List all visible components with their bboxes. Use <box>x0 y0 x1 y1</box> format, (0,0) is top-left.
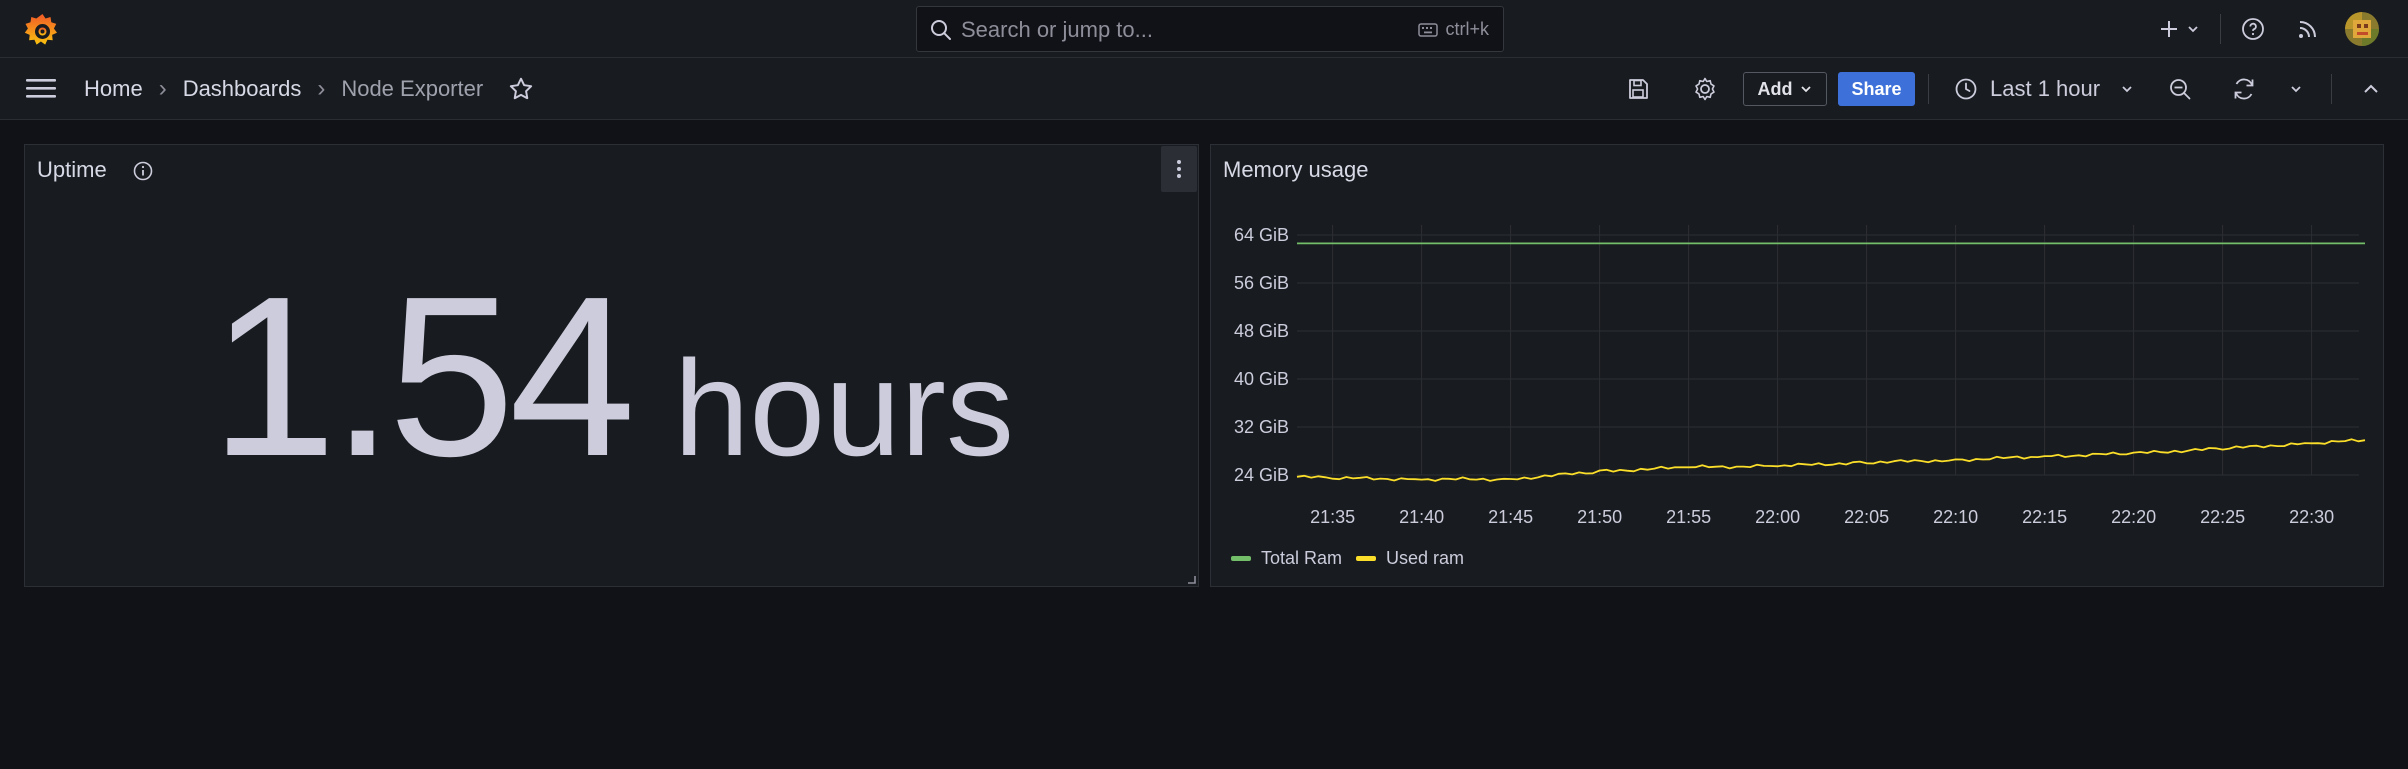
y-tick-label: 32 GiB <box>1234 417 1289 437</box>
x-tick-label: 21:50 <box>1577 507 1622 527</box>
add-button-label: Add <box>1757 78 1793 99</box>
breadcrumb-dashboards[interactable]: Dashboards <box>183 76 302 102</box>
y-tick-label: 24 GiB <box>1234 465 1289 485</box>
x-tick-label: 21:45 <box>1488 507 1533 527</box>
breadcrumb: Home › Dashboards › Node Exporter <box>84 75 483 103</box>
search-shortcut-hint: ctrl+k <box>1418 19 1489 40</box>
info-icon[interactable] <box>133 161 153 181</box>
legend-swatch <box>1231 556 1251 561</box>
top-bar: Search or jump to... ctrl+k <box>0 0 2408 58</box>
chevron-up-icon[interactable] <box>2361 80 2381 98</box>
y-tick-label: 40 GiB <box>1234 369 1289 389</box>
x-tick-label: 22:30 <box>2289 507 2334 527</box>
memory-chart: 64 GiB 56 GiB 48 GiB 40 GiB 32 GiB 24 GiB 21:3… <box>1234 225 2366 527</box>
time-range-label: Last 1 hour <box>1990 76 2101 101</box>
breadcrumb-separator-icon: › <box>158 75 167 102</box>
plus-icon[interactable] <box>2158 18 2180 40</box>
divider <box>2220 14 2221 44</box>
keyboard-icon <box>1418 22 1439 37</box>
share-button-label: Share <box>1851 78 1902 99</box>
shortcut-text: ctrl+k <box>1445 19 1489 39</box>
clock-icon <box>1954 77 1978 101</box>
legend-label: Used ram <box>1386 548 1465 568</box>
search-icon <box>929 18 953 42</box>
stat-unit: hours <box>673 332 1014 484</box>
x-tick-label: 22:00 <box>1755 507 1800 527</box>
avatar[interactable] <box>2345 12 2379 46</box>
breadcrumb-home[interactable]: Home <box>84 76 143 102</box>
resize-handle-icon[interactable] <box>1186 574 1196 584</box>
legend-item-total-ram[interactable]: Total Ram <box>1231 548 1342 569</box>
x-tick-label: 21:55 <box>1666 507 1711 527</box>
uptime-panel: Uptime 1.54 hours <box>24 144 1199 587</box>
memory-panel: Memory usage 64 GiB 56 GiB 48 GiB 40 GiB 32 … <box>1210 144 2384 587</box>
rss-icon[interactable] <box>2297 18 2319 40</box>
y-tick-label: 48 GiB <box>1234 321 1289 341</box>
breadcrumb-current: Node Exporter <box>341 76 484 101</box>
chevron-down-icon <box>2120 82 2134 96</box>
x-tick-label: 21:35 <box>1310 507 1355 527</box>
chevron-down-icon <box>1799 82 1813 96</box>
divider <box>2331 74 2332 104</box>
topbar-actions <box>2158 0 2379 58</box>
legend-swatch <box>1356 556 1377 561</box>
search-placeholder: Search or jump to... <box>961 17 1153 42</box>
help-icon[interactable] <box>2241 17 2265 41</box>
x-tick-label: 22:05 <box>1844 507 1889 527</box>
time-range-picker[interactable]: Last 1 hour <box>1954 70 2134 108</box>
chevron-down-icon[interactable] <box>2186 22 2200 36</box>
gear-icon[interactable] <box>1692 76 1718 102</box>
chevron-down-icon[interactable] <box>2289 82 2303 96</box>
legend-label: Total Ram <box>1261 548 1343 568</box>
panel-menu-button[interactable] <box>1161 146 1197 192</box>
save-icon[interactable] <box>1626 77 1650 101</box>
panel-title-text: Uptime <box>37 157 107 182</box>
x-tick-label: 22:15 <box>2022 507 2067 527</box>
zoom-out-icon[interactable] <box>2168 77 2192 101</box>
x-tick-label: 21:40 <box>1399 507 1444 527</box>
x-tick-label: 22:25 <box>2200 507 2245 527</box>
stat-value: 1.54 <box>210 250 636 504</box>
legend-item-used-ram[interactable]: Used ram <box>1356 548 1464 569</box>
star-icon[interactable] <box>508 76 534 102</box>
menu-icon[interactable] <box>26 76 56 100</box>
grafana-logo-icon[interactable] <box>24 12 61 49</box>
chart-legend: Total Ram Used ram <box>1231 548 1478 569</box>
add-button[interactable]: Add <box>1743 72 1827 106</box>
dashboard-nav-bar: Home › Dashboards › Node Exporter Add Sh… <box>0 58 2408 120</box>
search-input[interactable]: Search or jump to... ctrl+k <box>916 6 1504 52</box>
more-vertical-icon <box>1176 159 1182 179</box>
x-tick-label: 22:10 <box>1933 507 1978 527</box>
refresh-icon[interactable] <box>2231 76 2257 102</box>
stat-display: 1.54 hours <box>25 263 1199 491</box>
divider <box>1928 74 1929 104</box>
share-button[interactable]: Share <box>1838 72 1915 106</box>
y-tick-label: 64 GiB <box>1234 225 1289 245</box>
panel-title-uptime: Uptime <box>37 157 153 183</box>
y-tick-label: 56 GiB <box>1234 273 1289 293</box>
breadcrumb-separator-icon: › <box>317 75 326 102</box>
x-tick-label: 22:20 <box>2111 507 2156 527</box>
